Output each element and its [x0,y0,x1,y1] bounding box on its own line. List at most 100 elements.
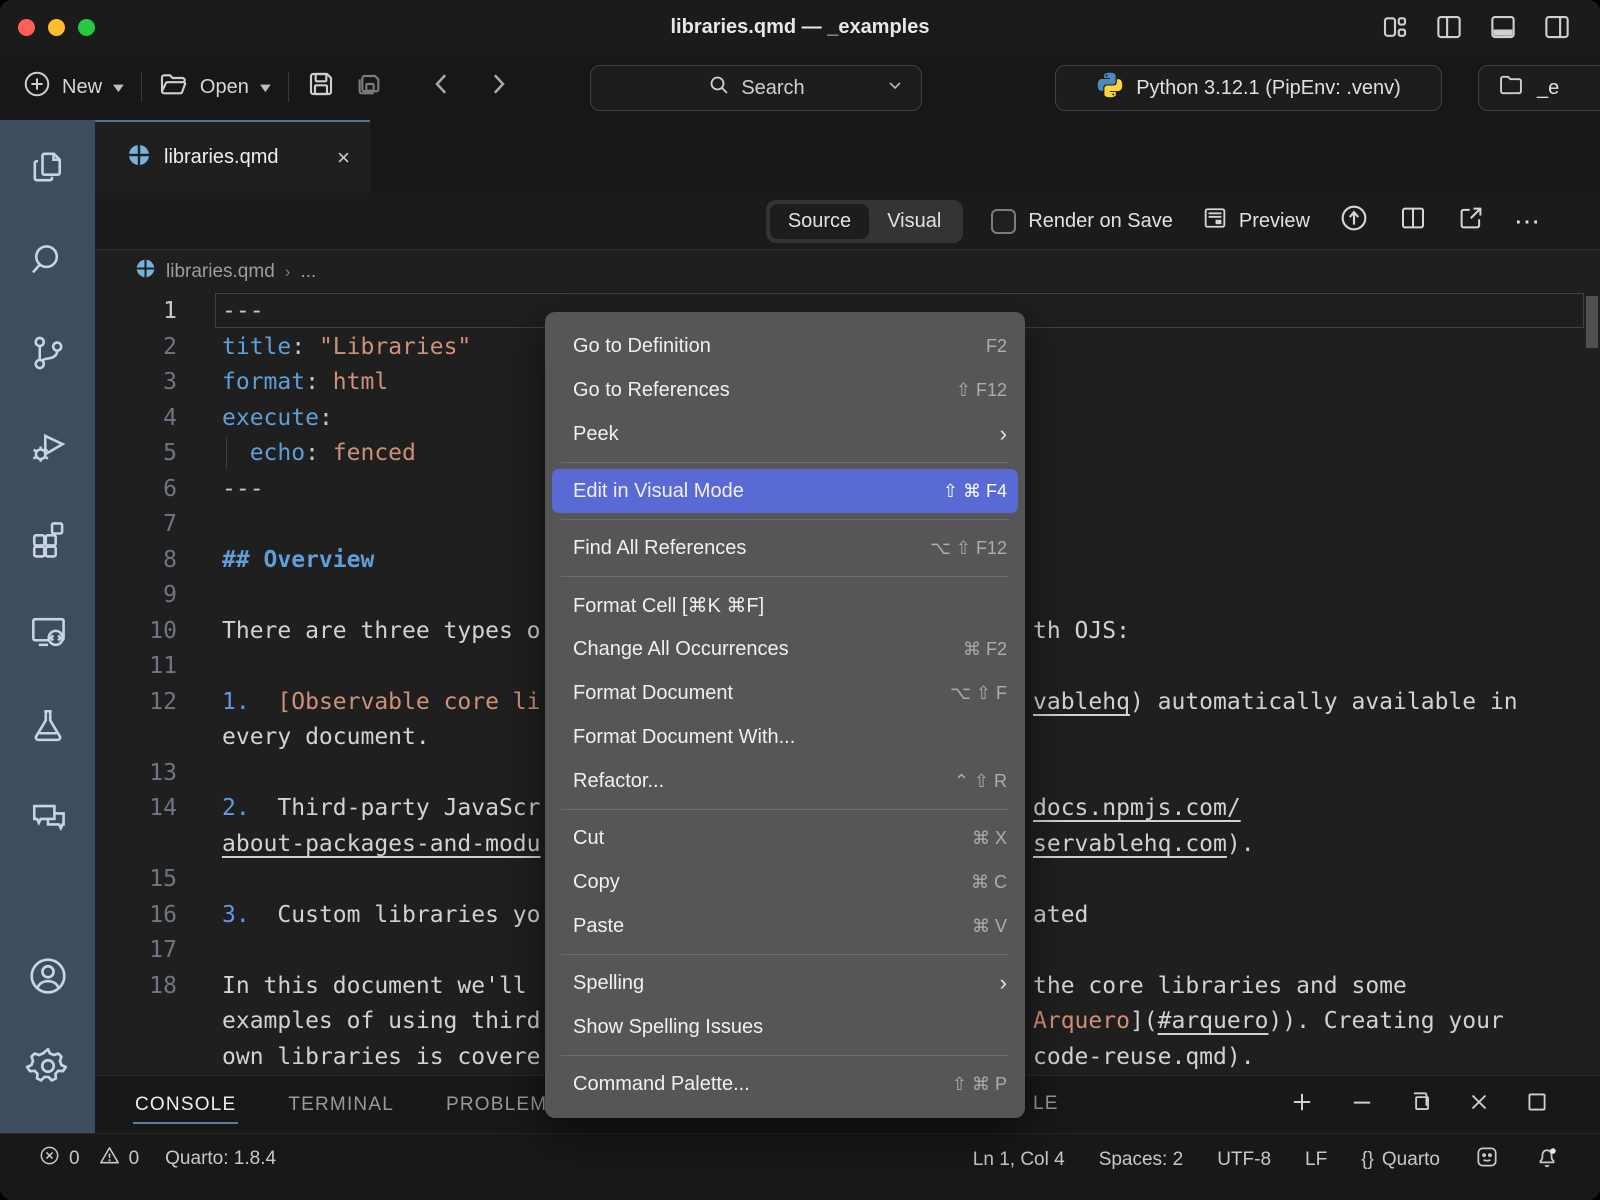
menu-item-find-all-references[interactable]: Find All References⌥ ⇧ F12 [545,526,1025,570]
breadcrumb-more[interactable]: ... [300,261,316,283]
menu-item-format-cell-k-f[interactable]: Format Cell [⌘K ⌘F] [545,583,1025,627]
navigate-forward-icon[interactable] [483,69,513,105]
open-external-icon[interactable] [1456,203,1486,239]
menu-item-format-document-with[interactable]: Format Document With... [545,715,1025,759]
panel-tab-console[interactable]: CONSOLE [133,1080,238,1130]
save-icon[interactable] [305,68,337,106]
menu-item-change-all-occurrences[interactable]: Change All Occurrences⌘ F2 [545,627,1025,671]
project-selector[interactable]: _e [1478,65,1600,111]
problems-status[interactable]: 0 0 [38,1144,139,1173]
minimize-panel-icon[interactable] [1348,1088,1376,1121]
account-icon[interactable] [25,953,71,999]
code-text[interactable]: 3. Custom libraries yo [222,897,541,933]
visual-mode-button[interactable]: Visual [869,204,959,239]
menu-item-edit-in-visual-mode[interactable]: Edit in Visual Mode⇧ ⌘ F4 [552,469,1018,513]
code-text[interactable]: --- [222,471,264,507]
app-window: libraries.qmd — _examples New ▼ [0,0,1600,1200]
toggle-primary-sidebar-icon[interactable] [1434,12,1464,42]
menu-item-command-palette[interactable]: Command Palette...⇧ ⌘ P [545,1062,1025,1106]
menu-item-go-to-references[interactable]: Go to References⇧ F12 [545,368,1025,412]
code-text-right[interactable]: vablehq) automatically available in [1033,684,1518,720]
line-number: 5 [95,435,177,471]
breadcrumb-file[interactable]: libraries.qmd [166,261,275,283]
indentation-status[interactable]: Spaces: 2 [1099,1149,1184,1171]
open-button[interactable]: Open ▼ [158,68,272,106]
extensions-icon[interactable] [25,516,71,562]
code-text[interactable]: --- [222,293,264,329]
encoding-status[interactable]: UTF-8 [1217,1149,1271,1171]
notifications-bell-icon[interactable] [1534,1144,1560,1176]
code-text[interactable]: format: html [222,364,388,400]
quarto-version-status[interactable]: Quarto: 1.8.4 [165,1148,276,1170]
menu-separator [561,1055,1009,1056]
customize-layout-icon[interactable] [1380,12,1410,42]
menu-item-spelling[interactable]: Spelling› [545,961,1025,1005]
restore-panel-icon[interactable] [1408,1089,1434,1120]
source-control-icon[interactable] [25,330,71,376]
code-text[interactable]: 1. [Observable core li [222,684,541,720]
menu-item-paste[interactable]: Paste⌘ V [545,904,1025,948]
render-on-save-checkbox[interactable] [991,209,1016,234]
line-number: 3 [95,364,177,400]
testing-icon[interactable] [25,702,71,748]
remote-explorer-icon[interactable] [25,609,71,655]
breadcrumb[interactable]: libraries.qmd › ... [95,250,1600,293]
code-text-right[interactable]: docs.npmjs.com/ [1033,790,1241,826]
language-mode-status[interactable]: {} Quarto [1361,1149,1440,1171]
toggle-secondary-sidebar-icon[interactable] [1542,12,1572,42]
run-debug-icon[interactable] [25,423,71,469]
code-text-right[interactable]: servablehq.com). [1033,826,1255,862]
code-text[interactable]: own libraries is covere [222,1039,541,1075]
code-text[interactable]: title: "Libraries" [222,329,471,365]
split-editor-icon[interactable] [1398,203,1428,239]
menu-item-format-document[interactable]: Format Document⌥ ⇧ F [545,671,1025,715]
menu-item-cut[interactable]: Cut⌘ X [545,816,1025,860]
code-text-right[interactable]: Arquero](#arquero)). Creating your [1033,1003,1504,1039]
more-actions-icon[interactable]: ⋯ [1514,206,1542,237]
quarto-icon [135,258,156,285]
explorer-icon[interactable] [25,144,71,190]
render-on-save-control[interactable]: Render on Save [991,209,1173,234]
navigate-back-icon[interactable] [427,69,457,105]
close-icon[interactable]: × [337,145,350,171]
menu-item-go-to-definition[interactable]: Go to DefinitionF2 [545,324,1025,368]
eol-status[interactable]: LF [1305,1149,1327,1171]
comments-icon[interactable] [25,795,71,841]
code-text-right[interactable]: the core libraries and some [1033,968,1407,1004]
menu-item-peek[interactable]: Peek› [545,412,1025,456]
code-text-right[interactable]: code-reuse.qmd). [1033,1039,1255,1075]
menu-item-show-spelling-issues[interactable]: Show Spelling Issues [545,1005,1025,1049]
source-visual-toggle[interactable]: Source Visual [766,200,964,243]
feedback-icon[interactable] [1474,1144,1500,1176]
code-text[interactable]: every document. [222,719,430,755]
close-panel-icon[interactable] [1466,1089,1492,1120]
preview-button[interactable]: Preview [1201,204,1310,238]
render-icon[interactable] [1338,202,1370,240]
code-text[interactable]: In this document we'll [222,968,527,1004]
code-text[interactable]: execute: [222,400,333,436]
code-text[interactable]: about-packages-and-modu [222,826,541,862]
search-icon[interactable] [25,237,71,283]
code-text[interactable]: ## Overview [222,542,374,578]
code-text-right[interactable]: ated [1033,897,1088,933]
save-all-icon[interactable] [353,68,385,106]
code-text-right[interactable]: th OJS: [1033,613,1130,649]
settings-gear-icon[interactable] [25,1043,71,1089]
cursor-position-status[interactable]: Ln 1, Col 4 [973,1149,1065,1171]
source-mode-button[interactable]: Source [770,204,869,239]
code-text[interactable]: echo: fenced [222,435,416,471]
interpreter-selector[interactable]: Python 3.12.1 (PipEnv: .venv) [1055,65,1442,111]
global-search-input[interactable]: Search [590,65,922,111]
toggle-panel-icon[interactable] [1488,12,1518,42]
menu-item-refactor[interactable]: Refactor...⌃ ⇧ R [545,759,1025,803]
tab-libraries-qmd[interactable]: libraries.qmd × [95,120,370,193]
code-text[interactable]: 2. Third-party JavaScr [222,790,541,826]
new-button[interactable]: New ▼ [22,69,125,105]
add-icon[interactable] [1288,1088,1316,1121]
menu-item-copy[interactable]: Copy⌘ C [545,860,1025,904]
code-text[interactable]: There are three types o [222,613,541,649]
code-text[interactable]: examples of using third [222,1003,541,1039]
maximize-panel-icon[interactable] [1524,1089,1550,1120]
panel-tab-terminal[interactable]: TERMINAL [286,1080,396,1130]
panel-tab-partial[interactable]: LE [1033,1093,1059,1115]
